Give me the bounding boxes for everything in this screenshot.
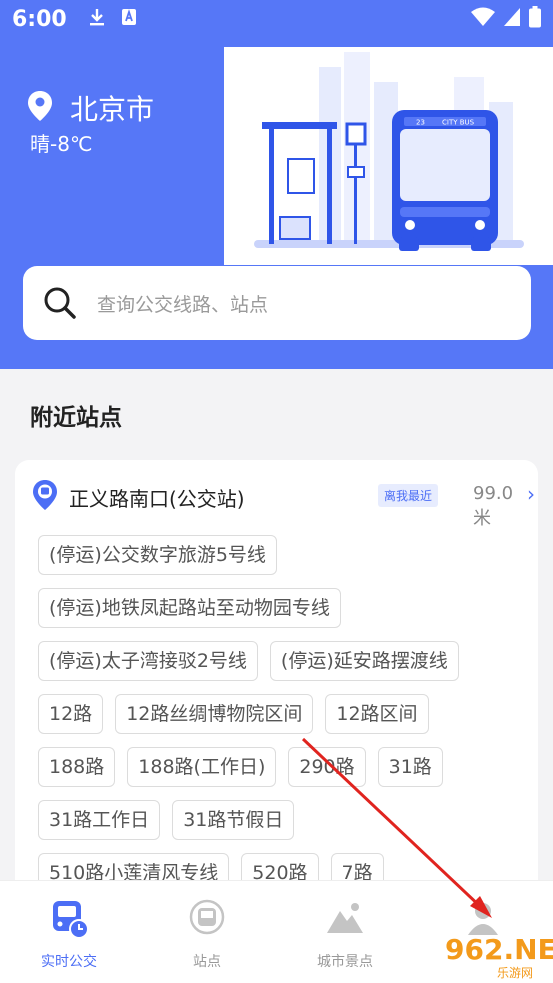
bus-line-tag[interactable]: 12路区间 (325, 694, 429, 734)
bus-line-tag[interactable]: (停运)公交数字旅游5号线 (38, 535, 277, 575)
bus-line-list: (停运)公交数字旅游5号线 (停运)地铁凤起路站至动物园专线 (停运)太子湾接驳… (38, 535, 518, 906)
bus-line-tag[interactable]: 12路 (38, 694, 104, 734)
status-bar: 6:00 (0, 0, 553, 38)
signal-icon (503, 7, 521, 31)
tag-row: (停运)太子湾接驳2号线 (停运)延安路摆渡线 (38, 641, 518, 681)
bus-line-tag[interactable]: (停运)地铁凤起路站至动物园专线 (38, 588, 341, 628)
bus-clock-icon (14, 899, 124, 943)
bus-line-tag[interactable]: 31路节假日 (172, 800, 295, 840)
tag-row: (停运)公交数字旅游5号线 (38, 535, 518, 575)
bus-line-tag[interactable]: 188路 (38, 747, 116, 787)
bus-stop-illustration: 23 CITY BUS (224, 47, 553, 265)
watermark-text: 962.NET (445, 933, 553, 966)
search-icon (43, 286, 77, 320)
nav-stops[interactable]: 站点 (152, 899, 262, 971)
bus-line-tag[interactable]: 12路丝绸博物院区间 (115, 694, 314, 734)
bus-stop-pin-icon (33, 480, 57, 514)
nav-label: 站点 (193, 954, 221, 970)
bus-line-tag[interactable]: 188路(工作日) (127, 747, 277, 787)
tag-row: (停运)地铁凤起路站至动物园专线 (38, 588, 518, 628)
nav-realtime-bus[interactable]: 实时公交 (14, 899, 124, 971)
city-name: 北京市 (70, 93, 155, 126)
nav-label: 城市景点 (317, 954, 373, 970)
app-notification-icon (121, 8, 137, 30)
nav-label: 实时公交 (41, 954, 97, 970)
search-bar[interactable]: 查询公交线路、站点 (23, 266, 531, 340)
wifi-icon (471, 7, 495, 31)
chevron-right-icon[interactable]: › (527, 482, 535, 506)
bus-line-tag[interactable]: (停运)太子湾接驳2号线 (38, 641, 258, 681)
bus-stop-icon (152, 899, 262, 943)
nav-city-sights[interactable]: 城市景点 (290, 899, 400, 971)
bus-line-tag[interactable]: 31路 (377, 747, 443, 787)
tag-row: 12路 12路丝绸博物院区间 12路区间 (38, 694, 518, 734)
download-icon (89, 7, 105, 32)
stop-name: 正义路南口(公交站) (69, 486, 245, 511)
stop-header[interactable]: 正义路南口(公交站) 离我最近 99.0米 › (33, 480, 535, 529)
nearby-stops-title: 附近站点 (30, 405, 122, 431)
tag-row: 188路 188路(工作日) 290路 31路 (38, 747, 518, 787)
svg-text:23: 23 (416, 119, 425, 127)
status-time: 6:00 (12, 6, 67, 32)
location-selector[interactable]: 北京市 (28, 88, 154, 128)
search-placeholder: 查询公交线路、站点 (97, 293, 269, 316)
tag-row: 31路工作日 31路节假日 (38, 800, 518, 840)
stop-distance: 99.0米 (473, 483, 514, 529)
nearest-badge: 离我最近 (378, 484, 439, 507)
bus-line-tag[interactable]: 31路工作日 (38, 800, 161, 840)
bus-line-tag[interactable]: 290路 (288, 747, 366, 787)
watermark: 962.NET 乐游网 (415, 925, 553, 983)
mountain-icon (290, 899, 400, 943)
svg-text:CITY BUS: CITY BUS (442, 119, 475, 127)
watermark-sub: 乐游网 (497, 966, 534, 980)
battery-icon (529, 6, 541, 32)
location-pin-icon (28, 91, 52, 125)
bus-line-tag[interactable]: (停运)延安路摆渡线 (269, 641, 459, 681)
weather-text: 晴-8℃ (30, 132, 93, 156)
